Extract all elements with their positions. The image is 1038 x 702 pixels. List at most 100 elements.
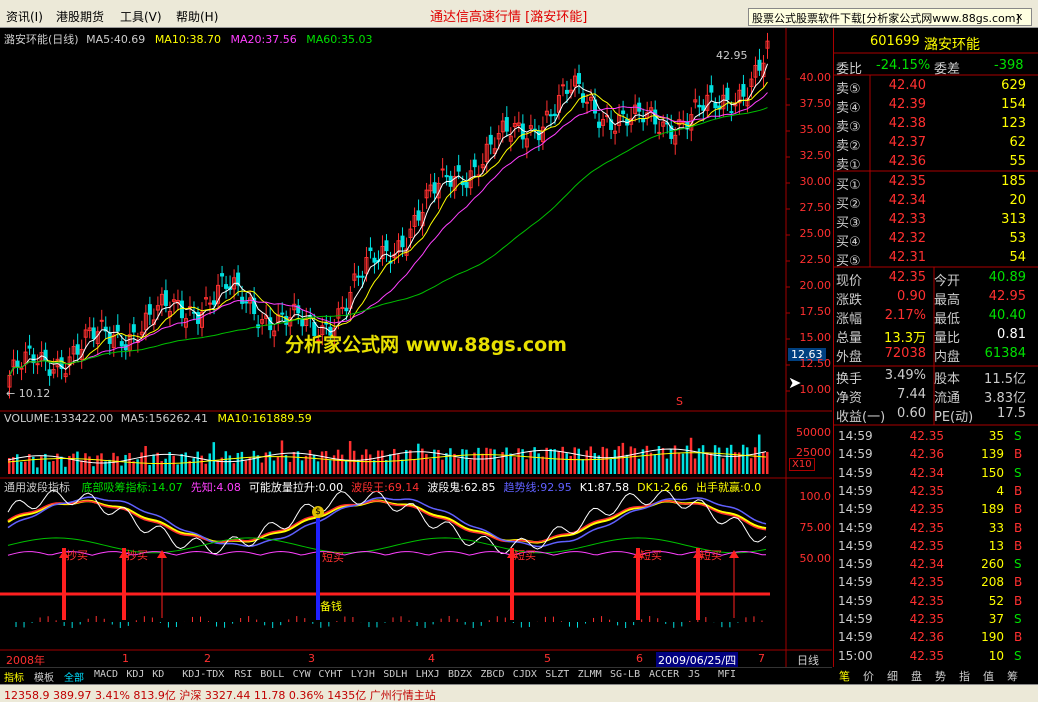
candle-body xyxy=(576,73,581,84)
tick-volume: 52 xyxy=(988,593,1004,608)
indicator-tabs: 指标 模板 全部 MACD KDJ KD KDJ-TDX RSI BOLL CYW CYHT LYJH… xyxy=(0,667,832,684)
fund-label: 换手 xyxy=(836,372,863,387)
volume-bar xyxy=(537,453,540,474)
stat-label: 现价 xyxy=(836,274,863,289)
detail-tab[interactable]: 势 xyxy=(935,668,946,684)
indicator-tab[interactable]: CJDX xyxy=(513,669,537,680)
candle-body xyxy=(340,306,345,309)
indicator-tab[interactable]: KDJ-TDX xyxy=(182,669,224,680)
volume-bar xyxy=(509,453,512,474)
bid-level-label: 买② xyxy=(836,197,861,212)
indicator-value: 趋势线:92.95 xyxy=(503,481,572,494)
indicator-tab[interactable]: SLZT xyxy=(545,669,569,680)
tick-volume: 33 xyxy=(988,520,1004,535)
volume-bar xyxy=(757,434,761,474)
tick-price: 42.35 xyxy=(909,648,944,663)
volume-bar xyxy=(725,447,729,474)
stat-value: 40.40 xyxy=(988,308,1026,323)
indicator-tab[interactable]: JS xyxy=(688,669,700,680)
ask-level-label: 卖⑤ xyxy=(836,82,861,97)
tick-volume: 13 xyxy=(988,538,1004,553)
ad-banner-link[interactable]: 股票公式股票软件下载[分析家公式网www.88gs.com] xyxy=(748,8,1032,26)
volume-bar xyxy=(128,453,131,474)
weibi-value: -24.15% xyxy=(876,58,931,73)
candle-body xyxy=(372,257,377,263)
indicator-tab[interactable]: MFI xyxy=(718,669,736,680)
indicator-tab[interactable]: LHXJ xyxy=(416,669,440,680)
indicator-tab[interactable]: 模板 xyxy=(34,669,54,684)
volume-bar xyxy=(481,453,484,474)
volume-bar xyxy=(645,445,649,474)
time-axis-label: 3 xyxy=(308,652,315,665)
menu-item-tools[interactable]: 工具(V) xyxy=(120,8,162,25)
price-tick: 22.50 xyxy=(799,253,832,266)
fund-label: PE(动) xyxy=(934,410,974,425)
indicator-tab[interactable]: RSI xyxy=(234,669,252,680)
volume-bar xyxy=(48,461,51,474)
volume-bar xyxy=(493,449,496,474)
tick-row: 14:59 42.35 37 S xyxy=(834,611,1034,630)
indicator-tab[interactable]: CYHT xyxy=(318,669,342,680)
period-label[interactable]: 日线 xyxy=(797,652,819,668)
price-tick: 27.50 xyxy=(799,201,832,214)
volume-bar xyxy=(380,450,384,474)
bid-level-label: 买⑤ xyxy=(836,254,861,269)
price-tick: 25.00 xyxy=(799,227,832,240)
stat-label: 总量 xyxy=(836,331,863,346)
detail-tab[interactable]: 筹 xyxy=(1007,668,1018,684)
tick-time: 14:59 xyxy=(838,483,873,498)
detail-tab[interactable]: 笔 xyxy=(839,668,850,684)
detail-tab[interactable]: 指 xyxy=(959,668,970,684)
volume-bar xyxy=(473,452,476,474)
ask-row: 卖① 42.36 55 xyxy=(834,153,1034,173)
stat-label: 外盘 xyxy=(836,350,863,365)
volume-bar xyxy=(244,460,248,474)
sell-signal-mark: S xyxy=(676,395,683,408)
bid-price: 42.35 xyxy=(888,174,926,189)
detail-tab[interactable]: 细 xyxy=(887,668,898,684)
indicator-line xyxy=(7,499,767,544)
indicator-tab[interactable]: BDZX xyxy=(448,669,472,680)
indicator-tab[interactable]: SG-LB xyxy=(610,669,640,680)
volume-bar xyxy=(116,456,119,474)
indicator-tab[interactable]: MACD xyxy=(94,669,118,680)
menu-bar: 资讯(I) 港股期货 工具(V) 帮助(H) 通达信高速行情 [潞安环能] 股票… xyxy=(0,0,1038,28)
indicator-value: 先知:4.08 xyxy=(190,481,241,494)
indicator-tab[interactable]: KD xyxy=(152,669,164,680)
volume-bar xyxy=(765,451,769,474)
indicator-tab[interactable]: ZBCD xyxy=(480,669,504,680)
indicator-tab[interactable]: 指标 xyxy=(4,669,24,684)
indicator-tab[interactable]: BOLL xyxy=(260,669,284,680)
volume-bar xyxy=(513,457,516,474)
stat-label: 今开 xyxy=(934,274,961,289)
menu-item-help[interactable]: 帮助(H) xyxy=(176,8,218,25)
volume-bar xyxy=(409,450,412,474)
bid-price: 42.31 xyxy=(888,250,926,265)
detail-tab[interactable]: 价 xyxy=(863,668,874,684)
menu-item-hk-futures[interactable]: 港股期货 xyxy=(56,8,104,25)
indicator-tab[interactable]: 全部 xyxy=(64,669,84,684)
detail-tab[interactable]: 盘 xyxy=(911,668,922,684)
main-chart-header: 潞安环能(日线) MA5:40.69 MA10:38.70 MA20:37.56… xyxy=(4,31,372,47)
indicator-tab[interactable]: ACCER xyxy=(649,669,679,680)
volume-bar xyxy=(224,451,228,474)
indicator-tab[interactable]: LYJH xyxy=(351,669,375,680)
volume-bar xyxy=(236,452,240,474)
volume-unit: X10 xyxy=(789,458,815,471)
close-icon[interactable]: x xyxy=(1016,10,1023,23)
candle-body xyxy=(729,111,734,114)
volume-bar xyxy=(124,454,127,474)
indicator-tab[interactable]: ZLMM xyxy=(578,669,602,680)
weibi-label: 委比 xyxy=(836,62,863,77)
detail-tab[interactable]: 值 xyxy=(983,668,994,684)
indicator-tab[interactable]: KDJ xyxy=(126,669,144,680)
volume-bar xyxy=(60,456,63,474)
ask-row: 卖④ 42.39 154 xyxy=(834,96,1034,116)
menu-item-info[interactable]: 资讯(I) xyxy=(6,8,43,25)
candle-body xyxy=(456,165,461,172)
high-price-marker: 42.95 xyxy=(716,49,748,62)
indicator-tab[interactable]: CYW xyxy=(293,669,311,680)
candle-body xyxy=(440,168,445,171)
indicator-tab[interactable]: SDLH xyxy=(383,669,407,680)
time-axis-label: 2008年 xyxy=(6,654,45,667)
